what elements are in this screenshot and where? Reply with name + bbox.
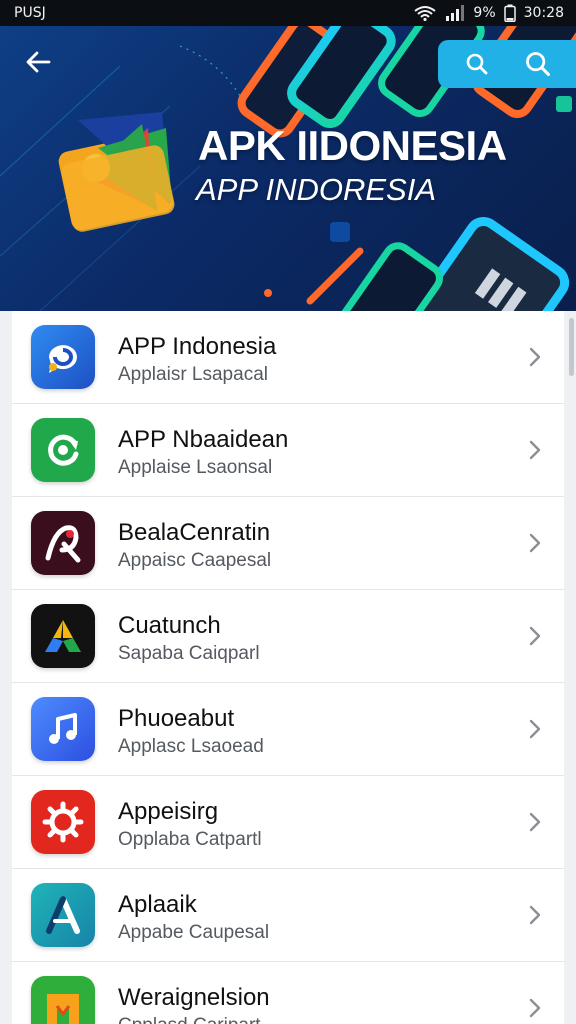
status-bar: PUSJ 9% 30:28 <box>0 0 576 26</box>
chevron-right-icon <box>529 719 541 739</box>
refresh-icon <box>31 418 95 482</box>
app-subtitle: Cpplasd Caripart <box>118 1014 270 1024</box>
scrollbar[interactable] <box>569 318 574 376</box>
chevron-right-icon <box>529 533 541 553</box>
letter-a-icon <box>31 883 95 947</box>
chevron-right-icon <box>529 998 541 1018</box>
letter-a-icon <box>31 511 95 575</box>
triangle-logo-icon <box>31 604 95 668</box>
hero-subtitle: APP INDORESIA <box>196 172 437 207</box>
app-subtitle: Opplaba Catpartl <box>118 829 262 850</box>
app-name: APP Nbaaidean <box>118 426 289 453</box>
list-item[interactable]: Appeisirg Opplaba Catpartl <box>12 776 564 869</box>
carrier-label: PUSJ <box>14 5 46 21</box>
chevron-right-icon <box>529 347 541 367</box>
app-subtitle: Appaisc Caapesal <box>118 550 272 571</box>
app-subtitle: Applaise Lsaonsal <box>118 457 273 478</box>
app-store-logo <box>58 112 175 232</box>
letter-m-icon <box>31 976 95 1024</box>
search-button-secondary[interactable] <box>518 44 558 84</box>
battery-icon <box>503 4 516 22</box>
chevron-right-icon <box>529 905 541 925</box>
list-item[interactable]: BealaCenratin Appaisc Caapesal <box>12 497 564 590</box>
list-item[interactable]: APP Indonesia Applaisr Lsapacal <box>12 311 564 404</box>
back-button[interactable] <box>20 46 56 78</box>
list-item[interactable]: Phuoeabut Applasc Lsaoead <box>12 683 564 776</box>
wifi-icon <box>414 6 437 21</box>
app-list: APP Indonesia Applaisr Lsapacal APP Nbaa… <box>12 311 564 1024</box>
app-name: Phuoeabut <box>118 705 235 732</box>
list-item[interactable]: Cuatunch Sapaba Caiqparl <box>12 590 564 683</box>
arrow-left-icon <box>26 51 51 73</box>
speech-bubble-icon <box>31 325 95 389</box>
search-button[interactable] <box>457 44 497 84</box>
battery-percent: 9% <box>473 5 496 21</box>
clock: 30:28 <box>523 5 564 21</box>
hero-title: APK IIDONESIA <box>198 122 507 169</box>
app-subtitle: Applasc Lsaoead <box>118 736 264 757</box>
app-name: BealaCenratin <box>118 519 271 546</box>
chevron-right-icon <box>529 440 541 460</box>
hero-banner: APK IIDONESIA APP INDORESIA <box>0 26 576 311</box>
app-name: Weraignelsion <box>118 984 270 1011</box>
chevron-right-icon <box>529 626 541 646</box>
music-note-icon <box>31 697 95 761</box>
search-icon <box>525 52 550 77</box>
app-name: APP Indonesia <box>118 333 277 360</box>
app-subtitle: Sapaba Caiqparl <box>118 643 260 664</box>
search-icon <box>466 53 487 75</box>
signal-icon <box>446 5 465 21</box>
gear-icon <box>31 790 95 854</box>
app-name: Appeisirg <box>118 798 219 825</box>
status-indicators: 9% 30:28 <box>413 4 564 22</box>
app-name: Cuatunch <box>118 612 221 639</box>
header-actions <box>438 40 576 88</box>
app-subtitle: Applaisr Lsapacal <box>118 364 268 385</box>
list-item[interactable]: Weraignelsion Cpplasd Caripart <box>12 962 564 1024</box>
chevron-right-icon <box>529 812 541 832</box>
list-item[interactable]: APP Nbaaidean Applaise Lsaonsal <box>12 404 564 497</box>
list-item[interactable]: Aplaaik Appabe Caupesal <box>12 869 564 962</box>
app-name: Aplaaik <box>118 891 197 918</box>
app-subtitle: Appabe Caupesal <box>118 922 270 943</box>
